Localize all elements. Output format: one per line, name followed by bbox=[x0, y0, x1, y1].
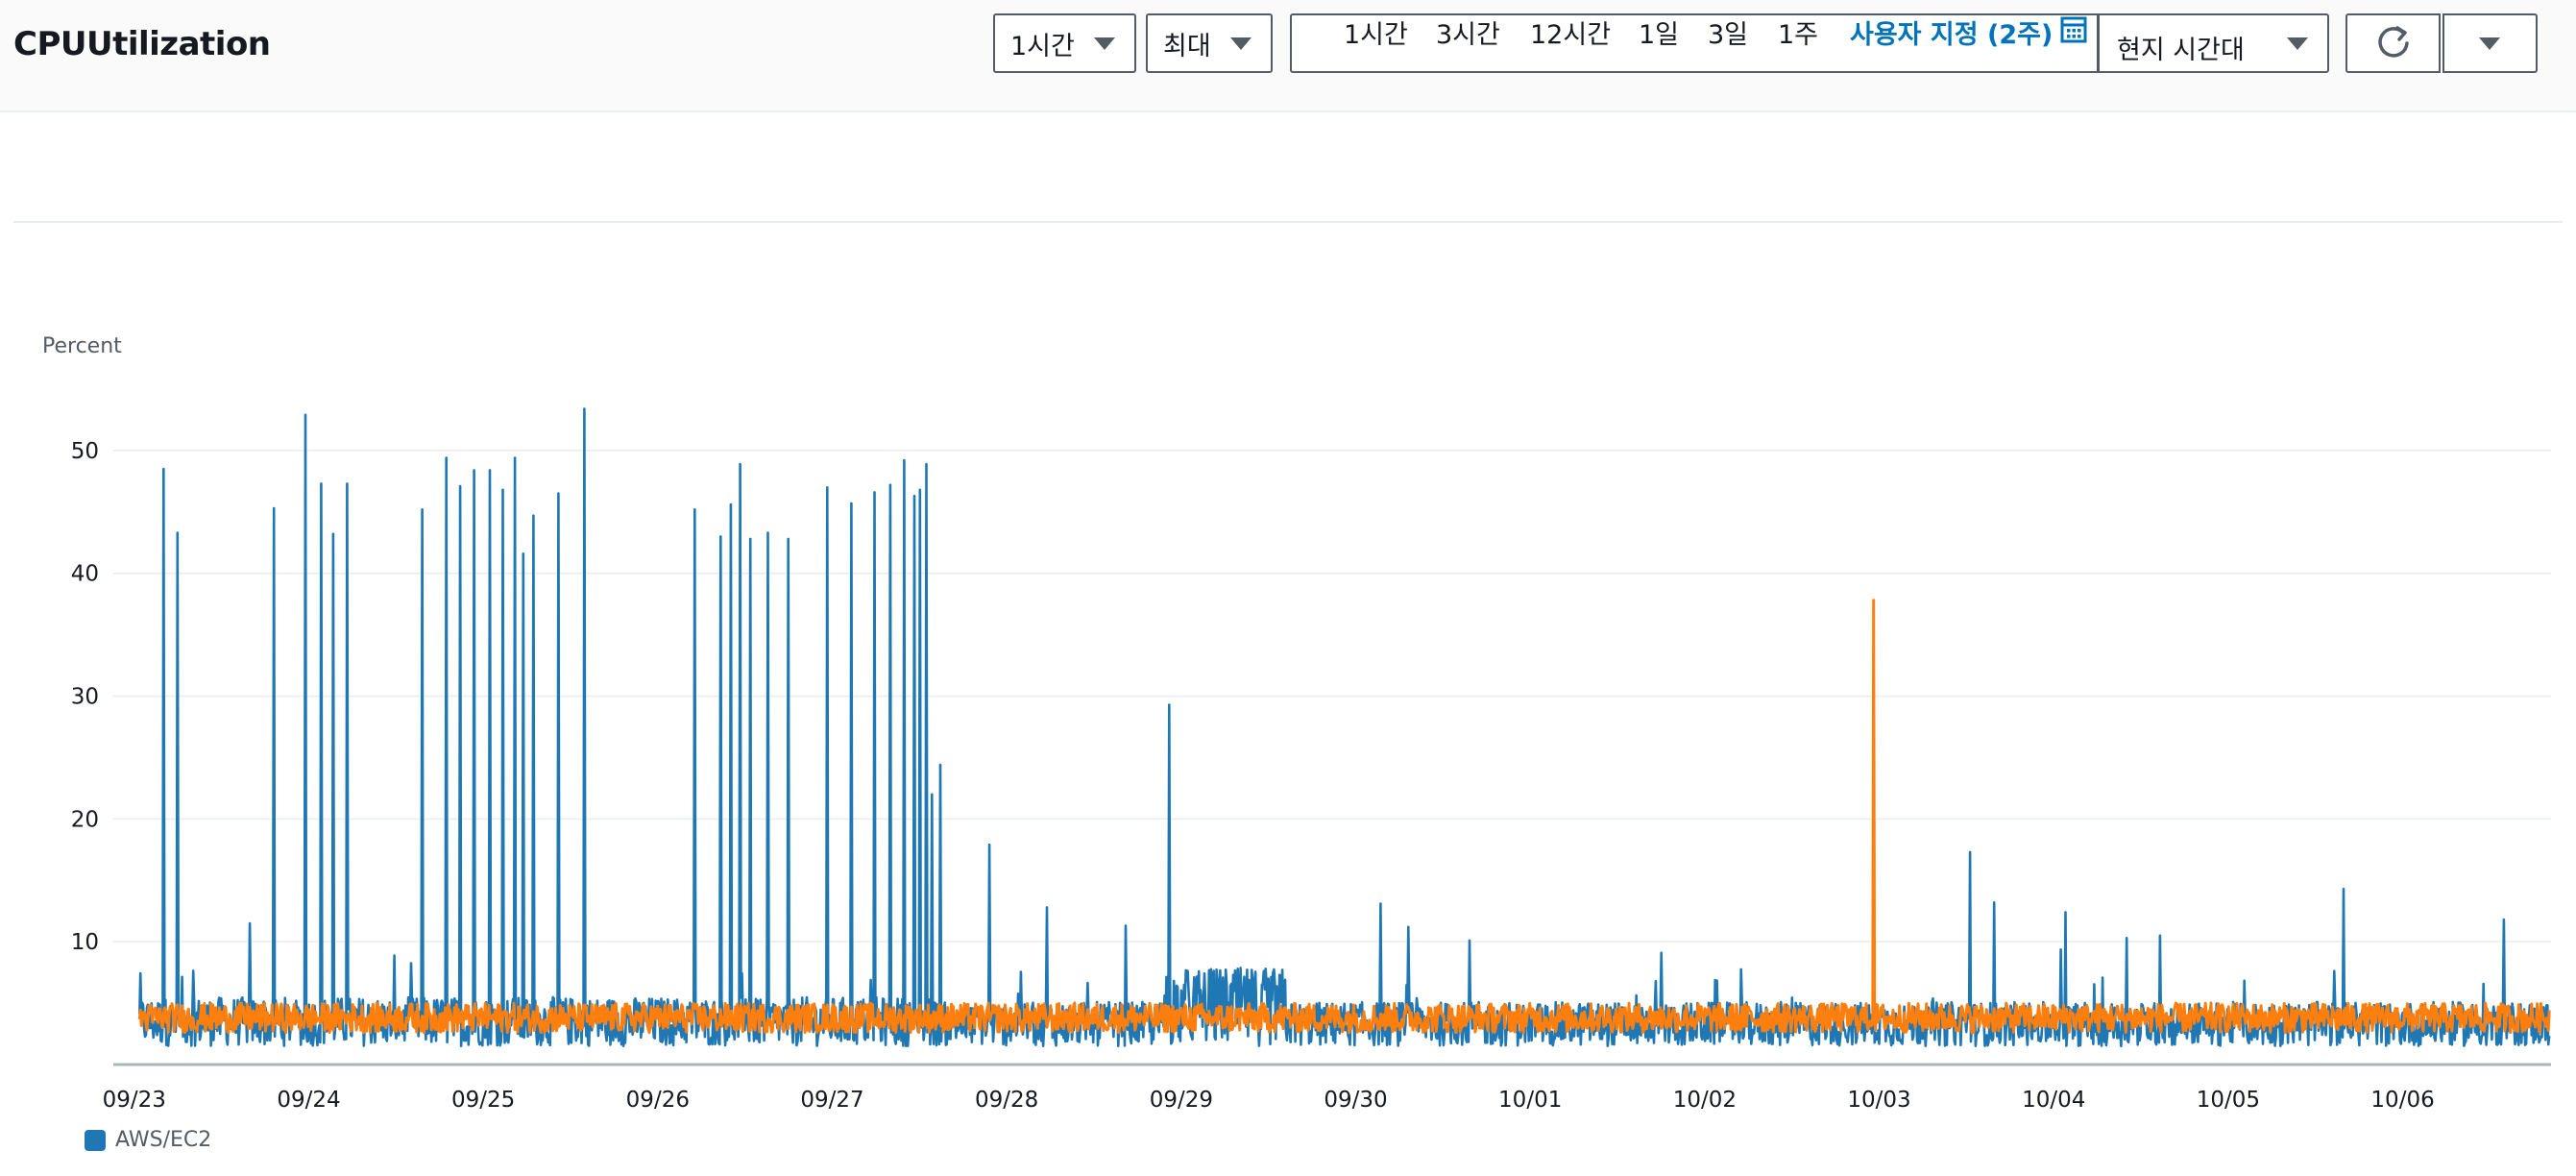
x-tick-label: 10/02 bbox=[1673, 1088, 1737, 1113]
x-tick-label: 09/30 bbox=[1324, 1088, 1387, 1113]
y-tick-label: 40 bbox=[71, 562, 99, 587]
section-divider bbox=[13, 221, 2563, 223]
series-line-aws-ec2 bbox=[138, 407, 2551, 1048]
chart-legend[interactable]: AWS/EC2 bbox=[85, 1128, 211, 1152]
range-custom[interactable]: 사용자 지정 (2주) bbox=[1850, 13, 2053, 51]
widget-title: CPUUtilization bbox=[13, 25, 271, 63]
x-tick-label: 09/28 bbox=[975, 1088, 1038, 1113]
period-select-label: 1시간 bbox=[1010, 31, 1075, 61]
range-1d[interactable]: 1일 bbox=[1639, 13, 1679, 51]
timezone-select[interactable]: 현지 시간대 bbox=[2098, 13, 2329, 73]
x-tick-label: 10/05 bbox=[2197, 1088, 2260, 1113]
range-3h[interactable]: 3시간 bbox=[1436, 13, 1500, 51]
x-tick-label: 09/25 bbox=[451, 1088, 515, 1113]
x-tick-label: 09/23 bbox=[103, 1088, 166, 1113]
refresh-options-button[interactable] bbox=[2442, 13, 2538, 73]
calendar-icon[interactable] bbox=[2060, 15, 2087, 44]
series-lines bbox=[137, 407, 2551, 1048]
period-select[interactable]: 1시간 bbox=[993, 13, 1136, 73]
range-3d[interactable]: 3일 bbox=[1708, 13, 1748, 51]
caret-down-icon bbox=[2479, 37, 2500, 50]
caret-down-icon bbox=[1230, 37, 1252, 50]
legend-swatch bbox=[85, 1129, 106, 1151]
caret-down-icon bbox=[1094, 37, 1115, 50]
timezone-select-label: 현지 시간대 bbox=[2117, 36, 2245, 65]
x-tick-label: 09/24 bbox=[277, 1088, 340, 1113]
range-1w[interactable]: 1주 bbox=[1778, 13, 1818, 51]
refresh-button[interactable] bbox=[2345, 13, 2441, 73]
y-tick-label: 50 bbox=[71, 439, 99, 464]
statistic-select-label: 최대 bbox=[1163, 31, 1211, 61]
caret-down-icon bbox=[2287, 37, 2308, 50]
x-tick-label: 10/04 bbox=[2022, 1088, 2085, 1113]
x-tick-label: 10/03 bbox=[1847, 1088, 1910, 1113]
range-12h[interactable]: 12시간 bbox=[1530, 13, 1611, 51]
refresh-icon bbox=[2378, 26, 2409, 58]
range-1h[interactable]: 1시간 bbox=[1344, 13, 1408, 51]
y-axis-label: Percent bbox=[42, 334, 122, 358]
x-tick-label: 09/26 bbox=[626, 1088, 690, 1113]
y-tick-label: 10 bbox=[71, 930, 99, 955]
legend-label: AWS/EC2 bbox=[115, 1128, 212, 1152]
grid-lines bbox=[113, 450, 2551, 943]
y-tick-label: 30 bbox=[71, 685, 99, 710]
widget-header: CPUUtilization 1시간 최대 1시간 3시간 12시간 1일 3일… bbox=[0, 0, 2576, 112]
y-tick-label: 20 bbox=[71, 807, 99, 832]
x-tick-label: 09/29 bbox=[1150, 1088, 1213, 1113]
x-tick-label: 10/06 bbox=[2370, 1088, 2434, 1113]
cpu-utilization-chart: 10 20 30 40 50 Percent 09/23 09/24 09/25 09/26 09/… bbox=[42, 334, 2551, 1113]
x-tick-label: 09/27 bbox=[800, 1088, 863, 1113]
x-tick-label: 10/01 bbox=[1498, 1088, 1562, 1113]
statistic-select[interactable]: 최대 bbox=[1146, 13, 1273, 73]
